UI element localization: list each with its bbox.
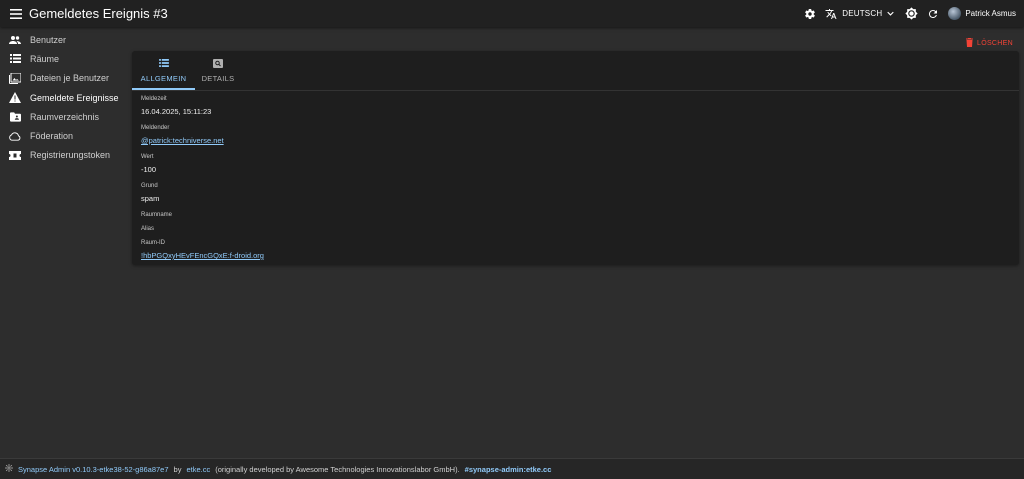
user-name: Patrick Asmus: [965, 9, 1016, 18]
warning-icon: [9, 92, 21, 104]
reason-label: Grund: [141, 183, 158, 189]
received-label: Meldezeit: [141, 96, 167, 102]
cloud-icon: [9, 130, 21, 142]
app-bar-actions: DEUTSCH Patrick Asmus: [803, 0, 1024, 27]
delete-label: LÖSCHEN: [977, 39, 1013, 47]
refresh-icon[interactable]: [926, 7, 940, 21]
list-icon: [9, 53, 21, 65]
folder-shared-icon: [9, 111, 21, 123]
active-tab-indicator: [132, 88, 195, 90]
reason-value: spam: [141, 194, 160, 203]
sidebar-item-label: Raumverzeichnis: [30, 111, 100, 122]
user-menu[interactable]: Patrick Asmus: [948, 7, 1016, 20]
sidebar-item-raumverzeichnis[interactable]: Raumverzeichnis: [0, 107, 128, 126]
tab-bar: ALLGEMEIN DETAILS: [132, 51, 1019, 91]
tab-label: ALLGEMEIN: [140, 73, 187, 83]
sidebar-item-label: Räume: [30, 53, 60, 64]
language-selector[interactable]: DEUTSCH: [824, 7, 895, 21]
avatar: [948, 7, 962, 20]
tab-allgemein[interactable]: ALLGEMEIN: [132, 51, 195, 90]
sidebar-item-label: Dateien je Benutzer: [30, 73, 110, 84]
sidebar-item-raeume[interactable]: Räume: [0, 49, 128, 68]
synapse-logo-icon: [5, 464, 13, 474]
chevron-down-icon: [887, 11, 895, 16]
list-icon: [158, 59, 169, 68]
ticket-icon: [9, 149, 21, 161]
settings-icon[interactable]: [803, 7, 817, 21]
reporter-link[interactable]: @patrick:techniverse.net: [141, 136, 264, 146]
footer-original: (originally developed by Awesome Technol…: [215, 464, 460, 474]
page-title: Gemeldetes Ereignis #3: [29, 6, 168, 21]
sidebar-item-label: Föderation: [30, 131, 74, 142]
delete-button[interactable]: LÖSCHEN: [966, 34, 1013, 52]
sidebar-item-registrierungstoken[interactable]: Registrierungstoken: [0, 146, 128, 165]
room-id-label: Raum-ID: [141, 240, 166, 246]
users-icon: [9, 34, 21, 46]
app-bar: Gemeldetes Ereignis #3 DEUTSCH Patrick A…: [0, 0, 1024, 27]
version-link[interactable]: Synapse Admin v0.10.3-etke38-52-g86a87e7: [18, 465, 169, 474]
footer: Synapse Admin v0.10.3-etke38-52-g86a87e7…: [0, 458, 1024, 479]
room-name-label: Raumname: [141, 212, 173, 218]
tab-details[interactable]: DETAILS: [195, 51, 241, 90]
language-label: DEUTSCH: [842, 9, 883, 18]
sidebar-item-benutzer[interactable]: Benutzer: [0, 30, 128, 49]
find-in-page-icon: [213, 58, 223, 68]
sidebar-item-label: Benutzer: [30, 34, 67, 45]
sidebar: Benutzer Räume Dateien je Benutzer Gemel…: [0, 30, 128, 165]
sidebar-item-dateien[interactable]: Dateien je Benutzer: [0, 69, 128, 88]
channel-link[interactable]: #synapse-admin:etke.cc: [465, 465, 552, 474]
room-id-link[interactable]: !hbPGQxyHEvFEncGQxE:f-droid.org: [141, 251, 264, 261]
report-card: ALLGEMEIN DETAILS Meldezeit 16.04.2025, …: [132, 51, 1019, 265]
etke-link[interactable]: etke.cc: [186, 465, 210, 474]
theme-toggle-icon[interactable]: [904, 7, 918, 21]
sidebar-item-label: Gemeldete Ereignisse: [30, 92, 119, 103]
footer-by: by: [173, 464, 182, 474]
received-value: 16.04.2025, 15:11:23: [141, 107, 212, 116]
sidebar-item-label: Registrierungstoken: [30, 150, 111, 161]
tab-label: DETAILS: [201, 73, 235, 83]
reporter-label: Meldender: [141, 125, 170, 131]
menu-icon[interactable]: [9, 8, 23, 20]
trash-icon: [966, 34, 973, 52]
score-value: -100: [141, 165, 157, 174]
translate-icon: [824, 7, 838, 21]
score-label: Wert: [141, 154, 154, 160]
sidebar-item-foederation[interactable]: Föderation: [0, 126, 128, 145]
alias-label: Alias: [141, 226, 155, 232]
report-fields: Meldezeit 16.04.2025, 15:11:23 Meldender…: [141, 96, 264, 269]
photo-library-icon: [9, 72, 21, 84]
sidebar-item-gemeldete-ereignisse[interactable]: Gemeldete Ereignisse: [0, 88, 128, 107]
